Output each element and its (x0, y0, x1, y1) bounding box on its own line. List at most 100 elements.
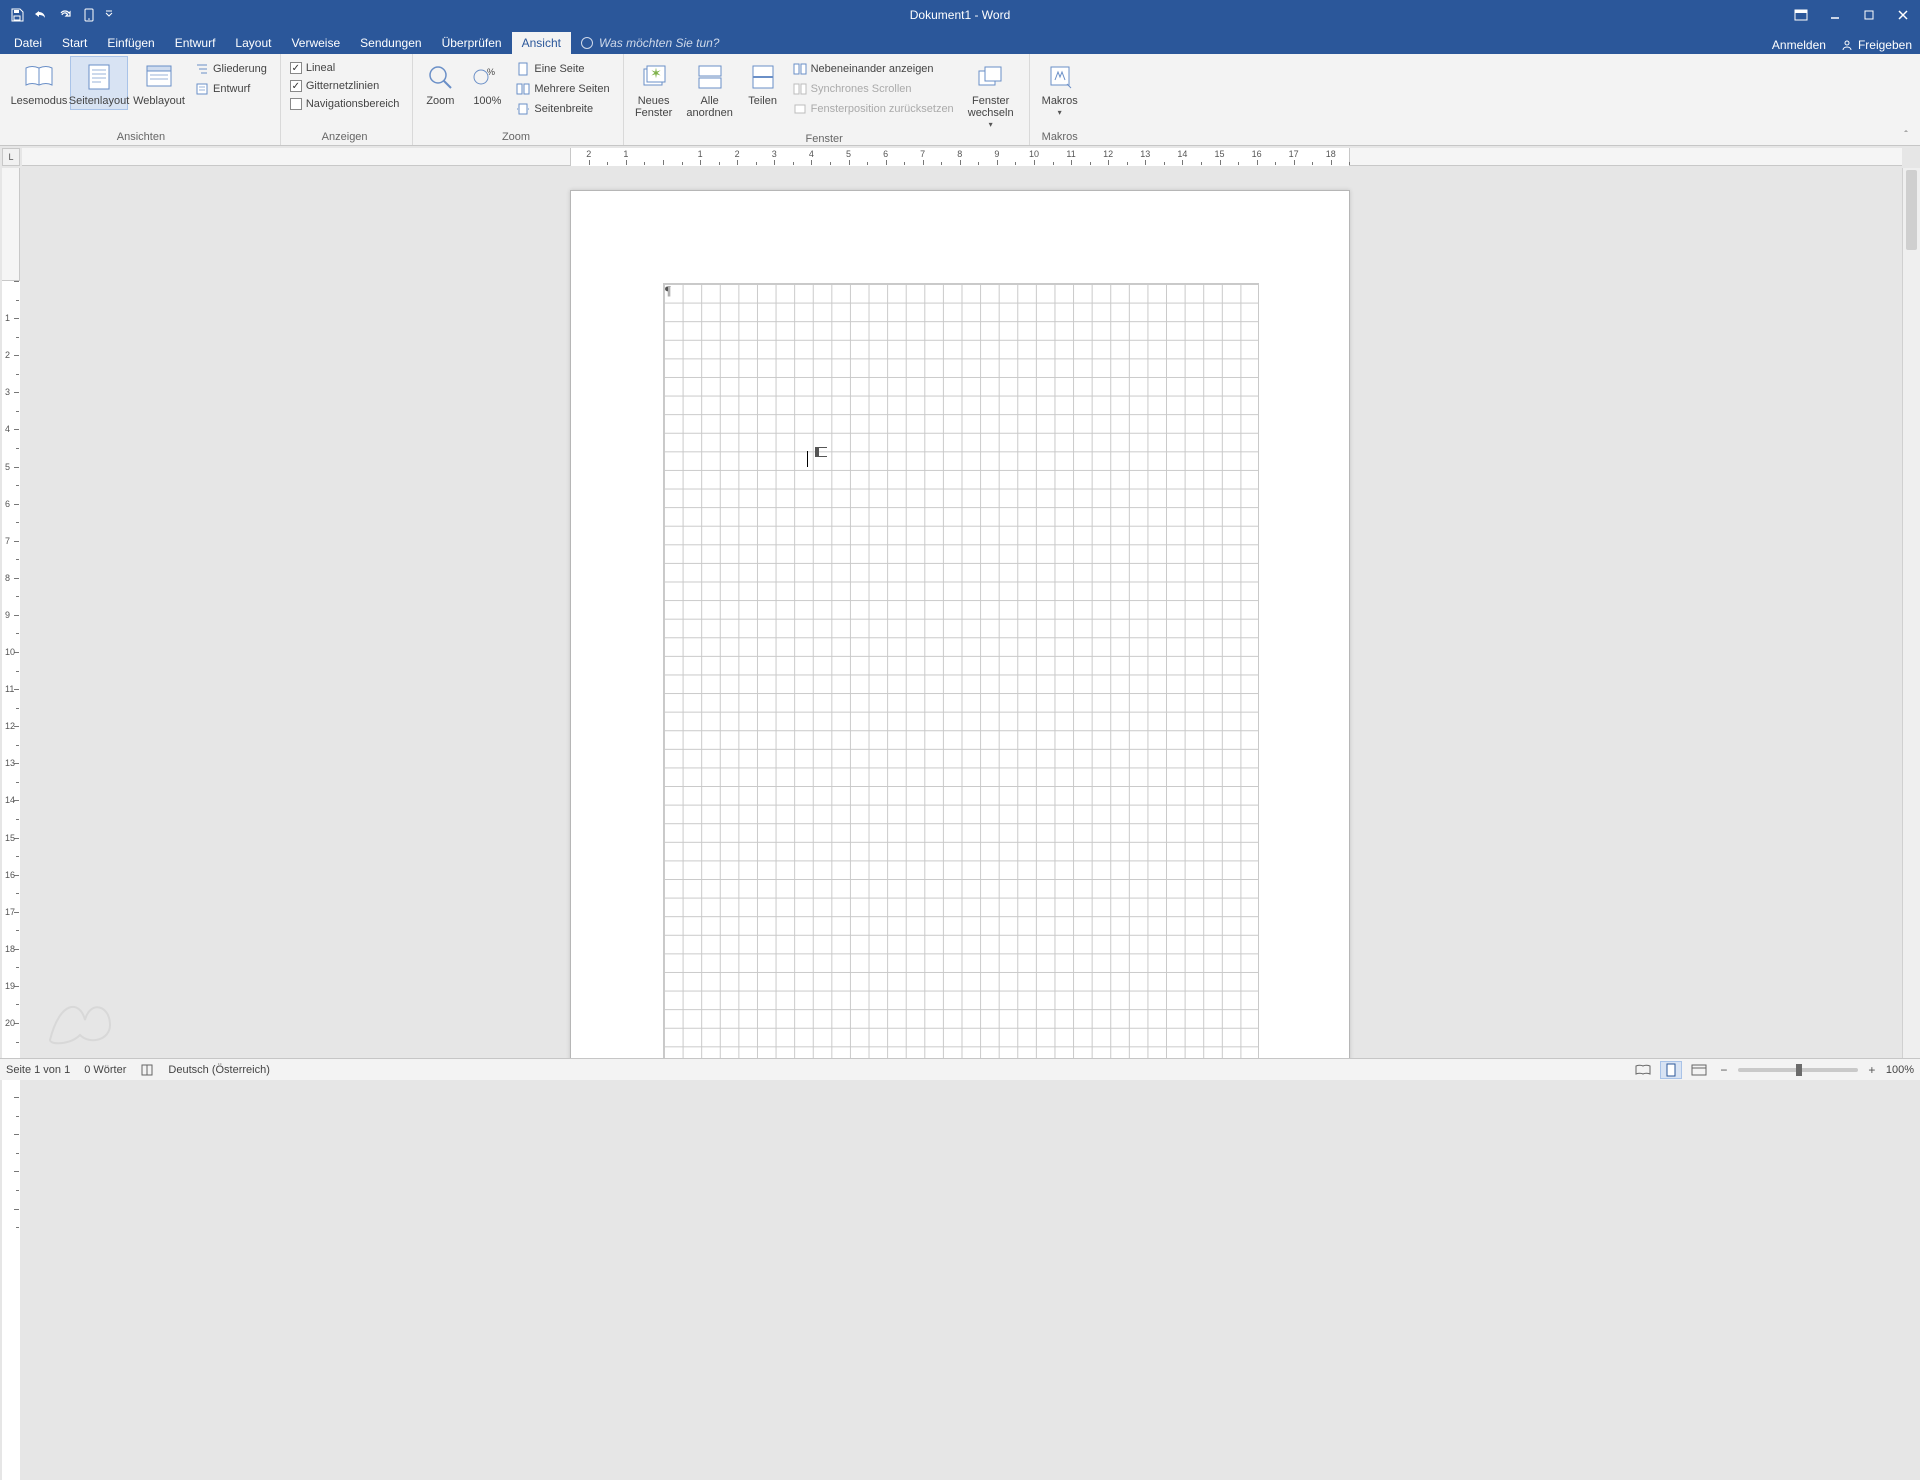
tell-me-search[interactable]: Was möchten Sie tun? (571, 32, 730, 54)
share-button[interactable]: Freigeben (1840, 38, 1912, 52)
page-width-icon (516, 102, 530, 116)
hundred-label: 100% (473, 95, 501, 107)
svg-text:✶: ✶ (650, 65, 662, 81)
undo-icon[interactable] (30, 4, 52, 26)
close-icon[interactable] (1886, 0, 1920, 30)
zoom-out-button[interactable]: − (1716, 1062, 1732, 1078)
sync-scroll-icon (793, 82, 807, 96)
tab-sendungen[interactable]: Sendungen (350, 32, 431, 54)
checkbox-icon: ✓ (290, 80, 302, 92)
redo-icon[interactable] (54, 4, 76, 26)
zoom-in-button[interactable]: + (1864, 1062, 1880, 1078)
touch-mode-icon[interactable] (78, 4, 100, 26)
zoom-level[interactable]: 100% (1886, 1064, 1914, 1076)
neues-fenster-button[interactable]: ✶ Neues Fenster (628, 56, 680, 122)
nebeneinander-button[interactable]: Nebeneinander anzeigen (788, 60, 959, 78)
neues-fenster-label: Neues Fenster (631, 95, 677, 119)
reset-position-icon (793, 102, 807, 116)
vertical-ruler[interactable]: 1234567891011121314151617181920 (2, 168, 20, 1058)
zoom-slider[interactable] (1738, 1068, 1858, 1072)
document-area[interactable]: ¶ (22, 168, 1902, 1058)
gliederung-label: Gliederung (213, 63, 267, 75)
window-controls (1784, 0, 1920, 30)
status-bar: Seite 1 von 1 0 Wörter Deutsch (Österrei… (0, 1058, 1920, 1080)
eine-seite-button[interactable]: Eine Seite (511, 60, 614, 78)
group-ansichten-label: Ansichten (10, 131, 272, 145)
group-zoom: Zoom % 100% Eine Seite (413, 54, 623, 145)
tab-start[interactable]: Start (52, 32, 97, 54)
print-layout-view-button[interactable] (1660, 1061, 1682, 1079)
navigationsbereich-checkbox[interactable]: Navigationsbereich (285, 96, 405, 112)
ribbon: Lesemodus Seitenlayout Weblayout (0, 54, 1920, 146)
tab-einfuegen[interactable]: Einfügen (97, 32, 164, 54)
insert-indicator-icon (815, 447, 827, 457)
proofing-button[interactable] (140, 1063, 154, 1077)
mehrere-seiten-button[interactable]: Mehrere Seiten (511, 80, 614, 98)
arrange-all-icon (694, 61, 726, 93)
tab-layout[interactable]: Layout (225, 32, 281, 54)
side-by-side-icon (793, 62, 807, 76)
save-icon[interactable] (6, 4, 28, 26)
seitenlayout-label: Seitenlayout (69, 95, 130, 107)
group-fenster-label: Fenster (628, 133, 1021, 147)
teilen-button[interactable]: Teilen (740, 56, 786, 110)
weblayout-button[interactable]: Weblayout (130, 56, 188, 110)
tab-file[interactable]: Datei (4, 32, 52, 54)
tab-verweise[interactable]: Verweise (281, 32, 350, 54)
seitenbreite-button[interactable]: Seitenbreite (511, 100, 614, 118)
svg-text:%: % (487, 67, 495, 77)
language-indicator[interactable]: Deutsch (Österreich) (168, 1064, 269, 1076)
new-window-icon: ✶ (638, 61, 670, 93)
horizontal-ruler[interactable]: 21123456789101112131415161718 (22, 148, 1902, 166)
eine-seite-label: Eine Seite (534, 63, 584, 75)
word-count[interactable]: 0 Wörter (84, 1064, 126, 1076)
entwurf-button[interactable]: Entwurf (190, 80, 272, 98)
scrollbar-thumb[interactable] (1906, 170, 1917, 250)
seitenlayout-button[interactable]: Seitenlayout (70, 56, 128, 110)
fenster-wechseln-button[interactable]: Fenster wechseln ▾ (961, 56, 1021, 133)
lightbulb-icon (581, 37, 593, 49)
ribbon-display-options-icon[interactable] (1784, 0, 1818, 30)
maximize-icon[interactable] (1852, 0, 1886, 30)
read-mode-icon (23, 61, 55, 93)
group-anzeigen: ✓ Lineal ✓ Gitternetzlinien Navigationsb… (281, 54, 414, 145)
lesemodus-label: Lesemodus (11, 95, 68, 107)
qat-customize-icon[interactable] (102, 4, 116, 26)
signin-link[interactable]: Anmelden (1772, 38, 1826, 52)
lesemodus-button[interactable]: Lesemodus (10, 56, 68, 110)
read-mode-view-button[interactable] (1632, 1061, 1654, 1079)
vertical-scrollbar[interactable] (1902, 168, 1920, 1058)
zoom-label: Zoom (426, 95, 454, 107)
tab-entwurf[interactable]: Entwurf (165, 32, 226, 54)
tab-selector[interactable]: L (2, 148, 20, 166)
tab-ueberpruefen[interactable]: Überprüfen (432, 32, 512, 54)
paragraph-mark-icon: ¶ (665, 283, 671, 299)
tell-me-placeholder: Was möchten Sie tun? (599, 36, 720, 50)
weblayout-label: Weblayout (133, 95, 185, 107)
gliederung-button[interactable]: Gliederung (190, 60, 272, 78)
makros-label: Makros (1042, 95, 1078, 107)
teilen-label: Teilen (748, 95, 777, 107)
title-bar: Dokument1 - Word (0, 0, 1920, 30)
wechseln-label: Fenster wechseln (964, 95, 1018, 119)
group-ansichten: Lesemodus Seitenlayout Weblayout (6, 54, 281, 145)
group-anzeigen-label: Anzeigen (285, 131, 405, 145)
page-indicator[interactable]: Seite 1 von 1 (6, 1064, 70, 1076)
gitternetzlinien-checkbox[interactable]: ✓ Gitternetzlinien (285, 78, 405, 94)
gridlines (663, 283, 1259, 1058)
makros-button[interactable]: Makros ▾ (1034, 56, 1086, 121)
hundred-percent-button[interactable]: % 100% (465, 56, 509, 110)
lineal-checkbox[interactable]: ✓ Lineal (285, 60, 405, 76)
web-layout-view-button[interactable] (1688, 1061, 1710, 1079)
tab-ansicht[interactable]: Ansicht (512, 32, 571, 54)
macros-icon (1044, 61, 1076, 93)
zoom-button[interactable]: Zoom (417, 56, 463, 110)
seitenbreite-label: Seitenbreite (534, 103, 593, 115)
collapse-ribbon-icon[interactable]: ˆ (1898, 127, 1914, 143)
reset-label: Fensterposition zurücksetzen (811, 103, 954, 115)
zoom-slider-knob[interactable] (1796, 1064, 1802, 1076)
alle-anordnen-button[interactable]: Alle anordnen (682, 56, 738, 122)
page[interactable]: ¶ (570, 190, 1350, 1058)
minimize-icon[interactable] (1818, 0, 1852, 30)
window-title: Dokument1 - Word (910, 8, 1010, 22)
